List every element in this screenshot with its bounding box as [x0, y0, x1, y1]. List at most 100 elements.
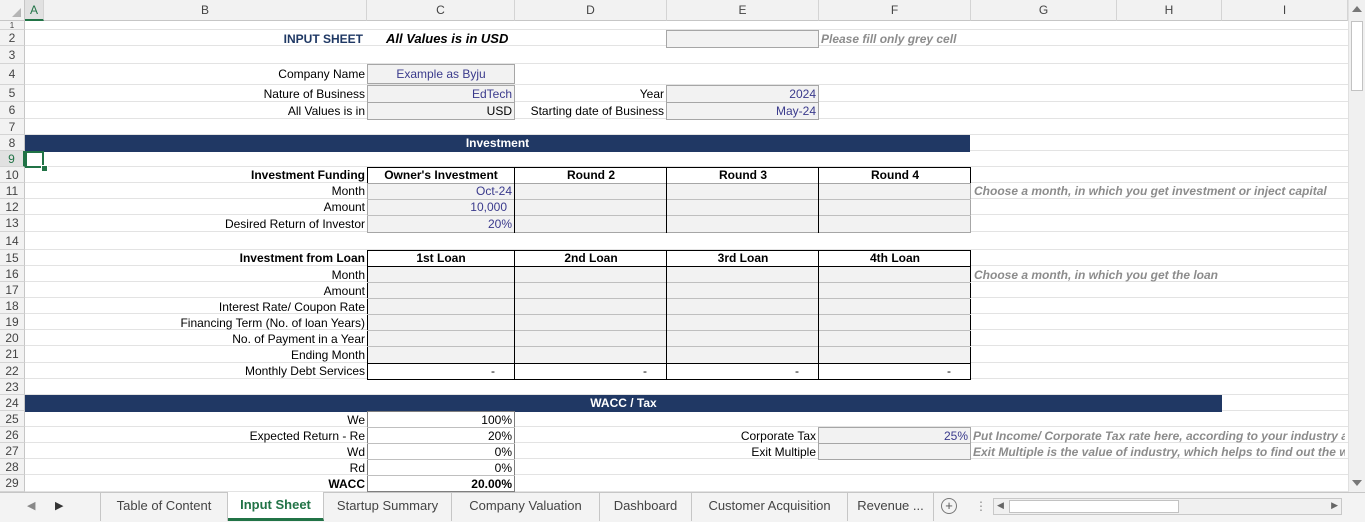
wacc-wd-value: 0%: [494, 445, 512, 459]
column-header-d[interactable]: D: [515, 0, 667, 21]
add-sheet-icon[interactable]: +: [941, 498, 957, 514]
nature-label: Nature of Business: [263, 87, 365, 101]
vertical-scrollbar[interactable]: [1348, 0, 1365, 492]
inv-amount-value[interactable]: 10,000: [367, 200, 507, 214]
spreadsheet-grid[interactable]: ABCDEFGHI 1 2 3 4 5 6 7 8 9 10 11 12 13 14 15 16 17 18 19 2…: [0, 0, 1365, 492]
wacc-we-label: We: [347, 413, 365, 427]
row-header-21[interactable]: 21: [0, 346, 25, 363]
row-header-23[interactable]: 23: [0, 379, 25, 395]
row-header-6[interactable]: 6: [0, 102, 25, 119]
tab-input-sheet[interactable]: Input Sheet: [228, 492, 324, 521]
row-header-16[interactable]: 16: [0, 266, 25, 282]
exit-cell[interactable]: [818, 443, 971, 460]
row-header-12[interactable]: 12: [0, 199, 25, 215]
column-header-e[interactable]: E: [667, 0, 819, 21]
inv-return-value[interactable]: 20%: [367, 217, 512, 231]
tax-note: Put Income/ Corporate Tax rate here, acc…: [973, 429, 1345, 443]
wacc-wd-label: Wd: [347, 445, 365, 459]
investment-col-4: Round 4: [871, 168, 919, 182]
tab-startup-summary[interactable]: Startup Summary: [324, 493, 452, 521]
column-header-h[interactable]: H: [1117, 0, 1222, 21]
loan-row-debt: Monthly Debt Services: [244, 364, 365, 378]
company-name-value: Example as Byju: [396, 67, 486, 81]
row-header-29[interactable]: 29: [0, 475, 25, 492]
row-header-26[interactable]: 26: [0, 427, 25, 443]
start-date-value: May-24: [775, 104, 816, 118]
horizontal-scroll-thumb[interactable]: [1009, 500, 1179, 513]
row-header-2[interactable]: 2: [0, 30, 25, 46]
tab-scroll-right-icon[interactable]: ▶: [55, 499, 63, 512]
row-header-7[interactable]: 7: [0, 119, 25, 135]
row-header-1[interactable]: 1: [0, 21, 25, 30]
row-header-13[interactable]: 13: [0, 215, 25, 232]
row-header-14[interactable]: 14: [0, 232, 25, 250]
loan-label: Investment from Loan: [239, 251, 365, 265]
column-header-b[interactable]: B: [44, 0, 367, 21]
wacc-total-label: WACC: [328, 477, 365, 491]
investment-col-1: Owner's Investment: [384, 168, 498, 182]
scroll-up-icon[interactable]: [1352, 6, 1362, 12]
wacc-re-label: Expected Return - Re: [249, 429, 365, 443]
row-header-19[interactable]: 19: [0, 314, 25, 330]
row-header-5[interactable]: 5: [0, 85, 25, 102]
row-header-10[interactable]: 10: [0, 167, 25, 183]
loan-row-rate: Interest Rate/ Coupon Rate: [218, 300, 365, 314]
row-header-11[interactable]: 11: [0, 183, 25, 199]
row-header-25[interactable]: 25: [0, 411, 25, 427]
hscroll-left-icon[interactable]: ◀: [997, 500, 1004, 511]
tab-company-valuation[interactable]: Company Valuation: [452, 493, 600, 521]
sheet-title: INPUT SHEET: [283, 32, 363, 46]
splitter-handle-icon[interactable]: ⋮: [975, 499, 987, 513]
column-header-i[interactable]: I: [1222, 0, 1348, 21]
inv-amount-label: Amount: [323, 200, 365, 214]
row-header-8[interactable]: 8: [0, 135, 25, 151]
row-header-22[interactable]: 22: [0, 363, 25, 379]
investment-col-2: Round 2: [567, 168, 615, 182]
inv-return-label: Desired Return of Investor: [224, 217, 365, 231]
row-header-27[interactable]: 27: [0, 443, 25, 459]
debt-value-3: -: [795, 364, 799, 378]
tab-scroll-left-icon[interactable]: ◀: [27, 499, 35, 512]
debt-value-2: -: [643, 364, 647, 378]
wacc-rd-value: 0%: [494, 461, 512, 475]
investment-band: Investment: [25, 135, 970, 152]
inv-month-label: Month: [331, 184, 365, 198]
wacc-band: WACC / Tax: [25, 395, 1222, 412]
exit-note: Exit Multiple is the value of industry, …: [973, 445, 1345, 459]
select-all-corner[interactable]: [0, 0, 25, 21]
row-header-15[interactable]: 15: [0, 250, 25, 266]
tab-dashboard[interactable]: Dashboard: [600, 493, 692, 521]
column-header-c[interactable]: C: [367, 0, 515, 21]
fill-note: Please fill only grey cell: [821, 32, 957, 46]
sheet-tab-bar: ◀ ▶ Table of Content Input Sheet Startup…: [0, 492, 1365, 522]
vertical-scroll-thumb[interactable]: [1351, 21, 1363, 91]
investment-col-3: Round 3: [719, 168, 767, 182]
row-header-3[interactable]: 3: [0, 46, 25, 64]
loan-col-1: 1st Loan: [416, 251, 466, 265]
row-header-17[interactable]: 17: [0, 282, 25, 298]
column-header-a[interactable]: A: [25, 0, 44, 21]
row-header-28[interactable]: 28: [0, 459, 25, 475]
investment-funding-label: Investment Funding: [251, 168, 365, 182]
hscroll-right-icon[interactable]: ▶: [1331, 500, 1338, 511]
row-header-24[interactable]: 24: [0, 395, 25, 411]
row-header-20[interactable]: 20: [0, 330, 25, 346]
row-header-4[interactable]: 4: [0, 64, 25, 85]
tab-customer-acquisition[interactable]: Customer Acquisition: [692, 493, 848, 521]
tax-value: 25%: [943, 429, 968, 443]
year-value: 2024: [789, 87, 816, 101]
scroll-down-icon[interactable]: [1352, 480, 1362, 486]
row-header-18[interactable]: 18: [0, 298, 25, 314]
investment-note: Choose a month, in which you get investm…: [974, 184, 1327, 198]
fill-handle[interactable]: [41, 165, 48, 172]
column-header-f[interactable]: F: [819, 0, 971, 21]
tab-table-of-content[interactable]: Table of Content: [100, 493, 228, 521]
tab-revenue[interactable]: Revenue ...: [848, 493, 934, 521]
horizontal-scrollbar[interactable]: ◀ ▶: [993, 498, 1342, 515]
legend-grey-cell: [666, 30, 819, 48]
loan-row-term: Financing Term (No. of loan Years): [180, 316, 365, 330]
row-header-9[interactable]: 9: [0, 151, 25, 167]
loan-col-2: 2nd Loan: [564, 251, 618, 265]
column-header-g[interactable]: G: [971, 0, 1117, 21]
inv-month-value[interactable]: Oct-24: [367, 184, 512, 198]
